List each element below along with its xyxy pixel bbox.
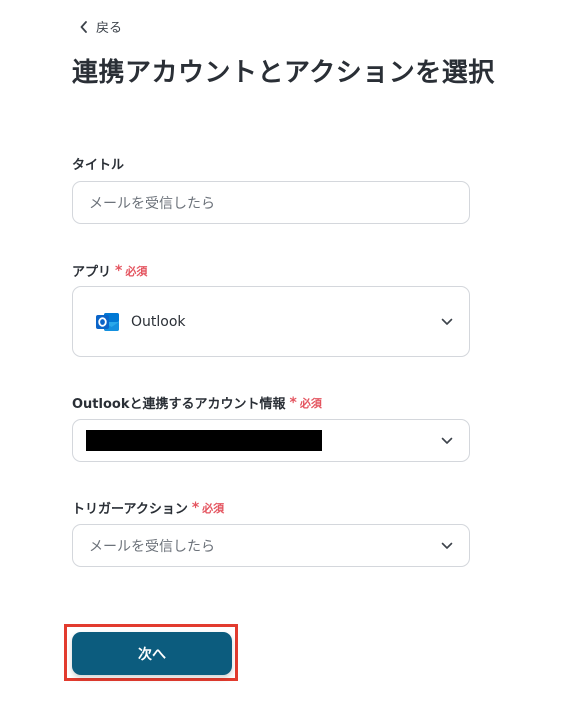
required-asterisk: *: [191, 499, 200, 516]
required-text: 必須: [125, 264, 148, 278]
outlook-icon: [96, 312, 119, 331]
app-select-value: Outlook: [131, 313, 186, 330]
chevron-down-icon: [441, 437, 453, 444]
title-input[interactable]: メールを受信したら: [72, 181, 470, 224]
next-button[interactable]: 次へ: [72, 632, 232, 675]
redacted-account-value: [86, 430, 322, 451]
trigger-select[interactable]: メールを受信したら: [72, 524, 470, 567]
required-badge: * 必須: [115, 263, 147, 279]
required-text: 必須: [299, 396, 322, 410]
chevron-left-icon: [80, 20, 87, 33]
required-text: 必須: [202, 501, 225, 515]
account-select[interactable]: [72, 419, 470, 462]
required-badge: * 必須: [290, 395, 322, 411]
trigger-select-value: メールを受信したら: [89, 538, 215, 555]
required-badge: * 必須: [192, 500, 224, 516]
back-link[interactable]: 戻る: [80, 17, 122, 36]
account-label-text: Outlookと連携するアカウント情報: [72, 397, 286, 412]
title-field-label: タイトル: [72, 154, 124, 173]
title-input-value: メールを受信したら: [89, 195, 215, 212]
trigger-label-text: トリガーアクション: [72, 502, 188, 517]
chevron-down-icon: [441, 542, 453, 549]
app-field-label: アプリ * 必須: [72, 261, 147, 281]
account-field-label: Outlookと連携するアカウント情報 * 必須: [72, 393, 322, 413]
back-label: 戻る: [96, 21, 123, 36]
title-label-text: タイトル: [72, 158, 125, 173]
app-select[interactable]: Outlook: [72, 286, 470, 357]
chevron-down-icon: [441, 318, 453, 325]
trigger-field-label: トリガーアクション * 必須: [72, 498, 224, 518]
required-asterisk: *: [115, 262, 123, 279]
required-asterisk: *: [289, 394, 297, 411]
page-title: 連携アカウントとアクションを選択: [72, 58, 495, 88]
app-label-text: アプリ: [72, 265, 112, 280]
